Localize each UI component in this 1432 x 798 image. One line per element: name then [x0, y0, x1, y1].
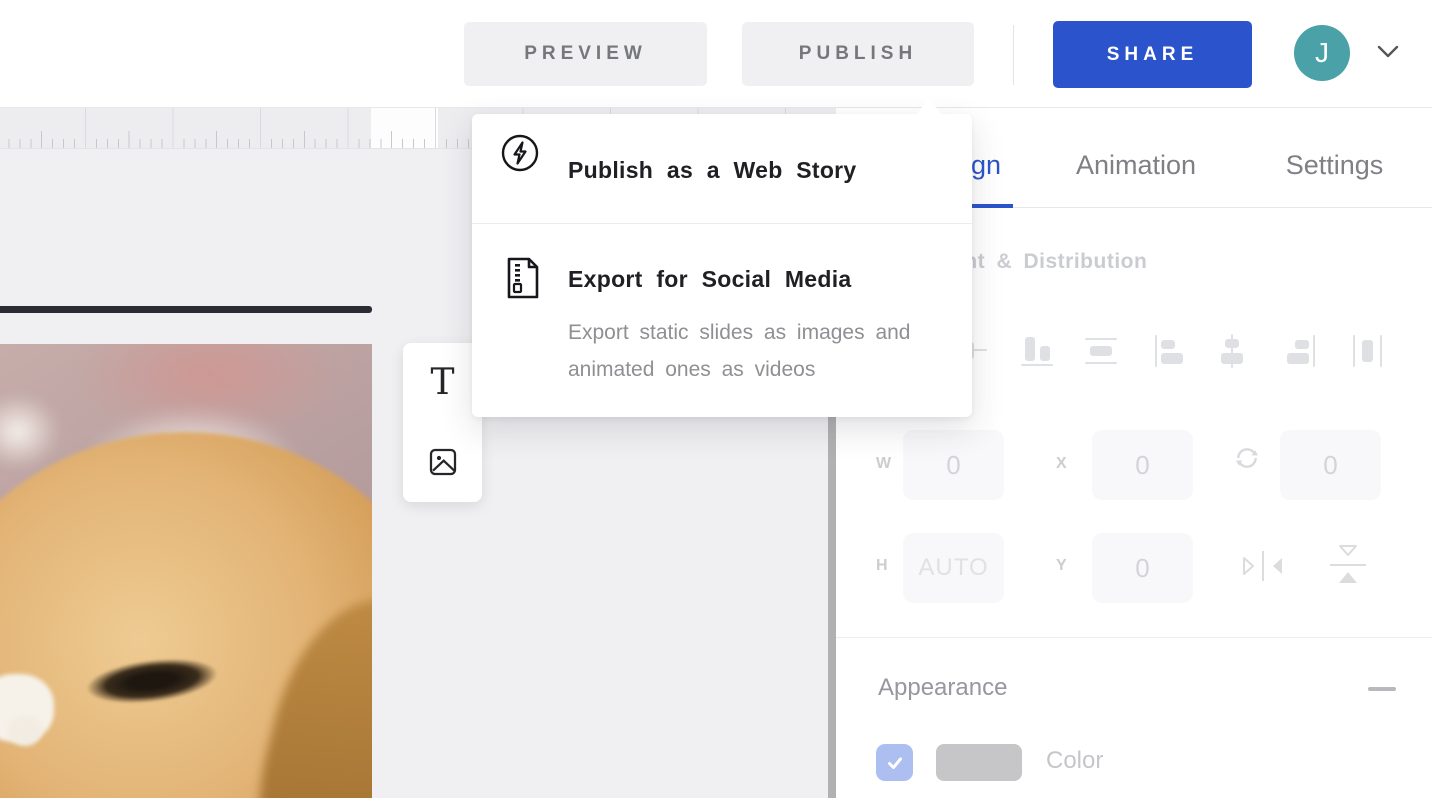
- image-tool-button[interactable]: [403, 422, 482, 501]
- width-label: W: [876, 455, 892, 473]
- avatar[interactable]: J: [1294, 25, 1350, 81]
- color-swatch[interactable]: [936, 744, 1022, 781]
- y-input[interactable]: [1092, 533, 1193, 603]
- fill-color-checkbox[interactable]: [876, 744, 913, 781]
- canvas-divider-element[interactable]: [0, 306, 372, 313]
- preview-button[interactable]: PREVIEW: [464, 22, 707, 86]
- menu-item-description: Export static slides as images and anima…: [568, 314, 938, 388]
- menu-item-publish-web-story[interactable]: Publish as a Web Story: [472, 114, 972, 223]
- y-label: Y: [1056, 557, 1068, 575]
- flip-vertical-icon[interactable]: [1326, 542, 1370, 588]
- zip-file-icon: [505, 256, 541, 300]
- rotation-input[interactable]: [1280, 430, 1381, 500]
- flip-horizontal-icon[interactable]: [1240, 548, 1286, 584]
- publish-dropdown-menu: Publish as a Web Story Export for Social…: [472, 114, 972, 417]
- lightning-circle-icon: [500, 133, 540, 173]
- tab-animation[interactable]: Animation: [1062, 140, 1210, 190]
- menu-item-title: Publish as a Web Story: [568, 157, 857, 184]
- height-input[interactable]: [903, 533, 1004, 603]
- align-left-icon[interactable]: [1150, 331, 1190, 371]
- collapse-minus-icon[interactable]: [1368, 687, 1396, 691]
- x-label: X: [1056, 455, 1068, 473]
- section-divider: [836, 637, 1432, 638]
- height-label: H: [876, 557, 889, 575]
- text-tool-button[interactable]: T: [403, 343, 482, 422]
- align-horizontal-center-icon[interactable]: [1212, 331, 1252, 371]
- align-right-icon[interactable]: [1280, 331, 1320, 371]
- bone-treat-small: [8, 716, 42, 746]
- color-label: Color: [1046, 747, 1103, 775]
- x-input[interactable]: [1092, 430, 1193, 500]
- menu-item-export-social[interactable]: Export for Social Media Export static sl…: [472, 224, 972, 417]
- dog-photo-element[interactable]: [0, 344, 372, 798]
- text-tool-icon: T: [430, 362, 454, 403]
- menu-item-title: Export for Social Media: [568, 266, 852, 293]
- dropdown-caret: [916, 98, 942, 115]
- appearance-section-title: Appearance: [878, 674, 1007, 702]
- image-icon: [427, 446, 459, 478]
- tab-settings[interactable]: Settings: [1272, 140, 1397, 190]
- rotation-icon: [1233, 444, 1261, 472]
- distribute-vertical-icon[interactable]: [1081, 331, 1121, 371]
- width-input[interactable]: [903, 430, 1004, 500]
- distribute-horizontal-icon[interactable]: [1347, 331, 1387, 371]
- publish-button[interactable]: PUBLISH: [742, 22, 974, 86]
- story-editor: T Design Animation Settings Alignment & …: [0, 0, 1432, 798]
- element-toolbar: T: [403, 343, 482, 502]
- topbar-divider: [1013, 25, 1014, 85]
- align-bottom-icon[interactable]: [1017, 331, 1057, 371]
- chevron-down-icon[interactable]: [1374, 40, 1402, 62]
- share-button[interactable]: SHARE: [1053, 21, 1252, 88]
- check-icon: [885, 753, 905, 773]
